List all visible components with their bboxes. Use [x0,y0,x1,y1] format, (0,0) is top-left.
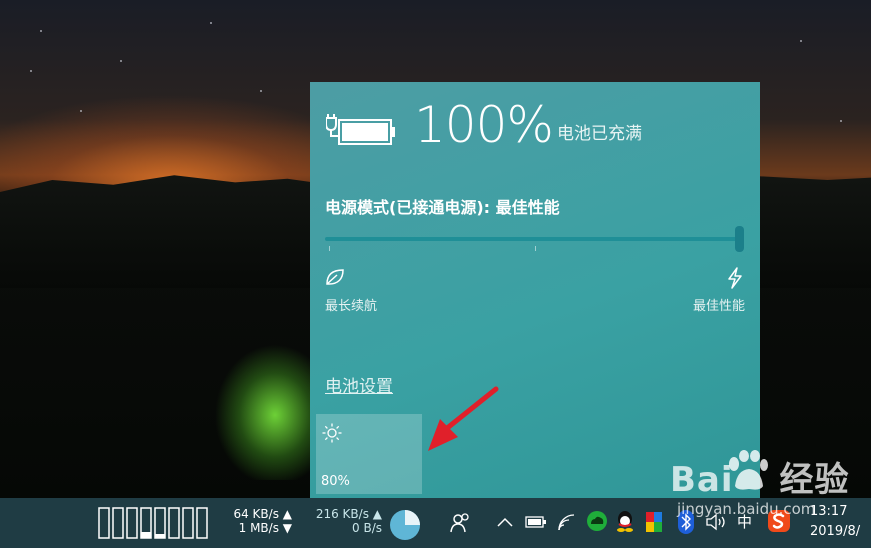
cpu-meter-icon [98,507,208,539]
leaf-icon [326,269,344,285]
battery-charging-icon [326,114,395,145]
brightness-icon [322,423,342,443]
chevron-up-icon[interactable] [496,516,514,528]
baidu-watermark: Bai 经验 [670,450,850,501]
people-icon[interactable] [450,512,472,534]
download-speed: 1 MB/s ▼ [238,521,292,535]
usage-pie-icon[interactable] [388,508,422,542]
qq-icon[interactable] [614,509,636,533]
power-mode-slider[interactable] [325,237,743,241]
lightning-icon [728,267,742,289]
power-mode-title: 电源模式(已接通电源): 最佳性能 [325,198,560,217]
brightness-tile[interactable]: 80% [316,414,422,494]
network-speed-1: 64 KB/s ▲ 1 MB/s ▼ [226,507,292,535]
mode-best-battery-label: 最长续航 [325,299,378,314]
mode-best-performance-label: 最佳性能 [692,299,745,314]
baidu-watermark-brand: Bai [670,460,734,500]
battery-flyout: 100% 电池已充满 电源模式(已接通电源): 最佳性能 最长续航 最佳性能 电… [310,82,760,498]
baidu-watermark-url: jingyan.baidu.com [677,500,816,518]
shield-icon[interactable] [645,511,663,533]
system-clock[interactable]: 13:17 2019/8/ [810,502,860,542]
upload-speed: 64 KB/s ▲ [233,507,292,521]
wifi-icon[interactable] [556,512,576,532]
battery-status: 电池已充满 [557,124,642,144]
slider-tick [329,246,330,251]
battery-percentage: 100% [414,96,554,154]
slider-tick [535,246,536,251]
cloud-sync-icon[interactable] [585,510,609,532]
clock-date: 2019/8/ [810,524,861,539]
battery-tray-icon[interactable] [525,515,547,529]
download-speed-2: 0 B/s [352,521,382,535]
upload-speed-2: 216 KB/s ▲ [315,507,382,521]
brightness-value: 80% [321,474,350,489]
red-arrow-annotation [428,386,499,451]
network-speed-2: 216 KB/s ▲ 0 B/s [306,507,382,535]
slider-thumb[interactable] [735,226,744,252]
battery-settings-link[interactable]: 电池设置 [325,372,393,397]
baidu-paw-icon [729,450,768,490]
baidu-watermark-jingyan: 经验 [779,460,850,500]
clock-time: 13:17 [810,504,848,519]
